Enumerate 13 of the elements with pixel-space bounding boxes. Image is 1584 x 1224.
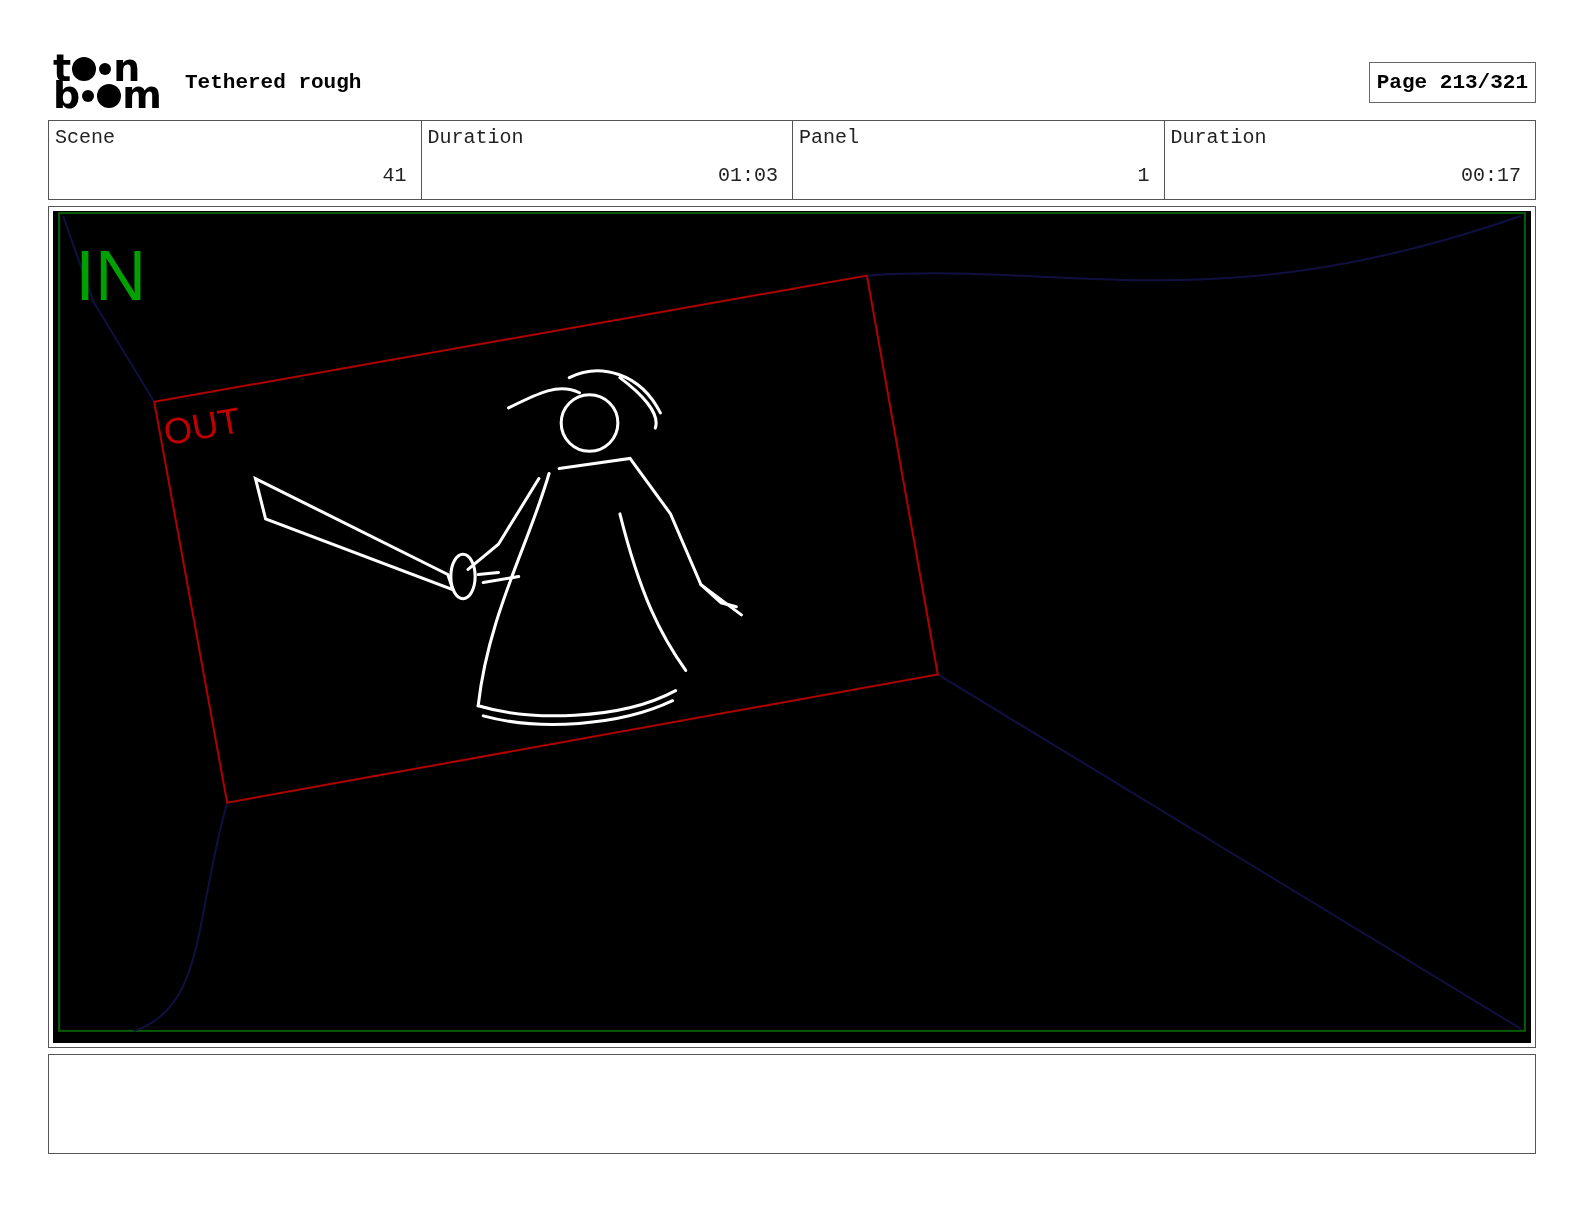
camera-in-label: IN xyxy=(75,235,147,315)
field-label: Duration xyxy=(427,126,525,149)
field-label: Panel xyxy=(799,126,860,149)
field-value: 01:03 xyxy=(718,164,778,187)
field-label: Scene xyxy=(55,126,116,149)
field-value: 1 xyxy=(1137,164,1150,187)
camera-out-label: OUT xyxy=(160,399,244,454)
field-label: Duration xyxy=(1170,126,1268,149)
field-value: 41 xyxy=(382,164,407,187)
page-number: Page 213/321 xyxy=(1368,61,1536,103)
field-value: 00:17 xyxy=(1461,164,1521,187)
logo: t n b m xyxy=(53,55,163,109)
document-title: Tethered rough xyxy=(185,70,363,94)
